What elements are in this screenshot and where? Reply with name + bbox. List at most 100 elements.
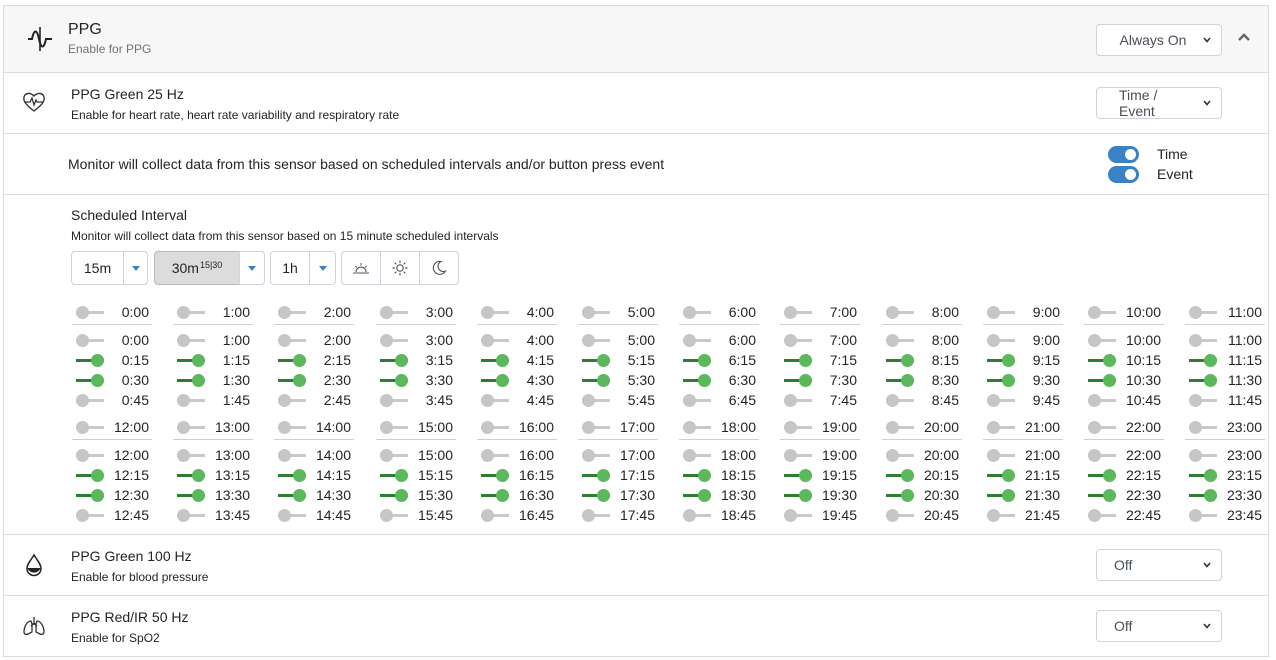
toggle-label: 9:00 (1032, 304, 1060, 320)
toggle-knob (91, 354, 104, 367)
toggle-label: 15:30 (417, 487, 453, 503)
toggle-knob (278, 449, 291, 462)
toggle-label: 5:00 (627, 304, 655, 320)
hour-divider (882, 324, 962, 325)
toggle-knob (481, 306, 494, 319)
toggle-label: 14:45 (315, 507, 351, 523)
preset-day-button[interactable] (380, 251, 420, 285)
toggle-knob (683, 421, 696, 434)
toggle-label: 7:15 (829, 352, 857, 368)
toggle-knob (683, 306, 696, 319)
toggle-label: 8:30 (931, 372, 959, 388)
event-switch[interactable] (1108, 166, 1139, 183)
toggle-label: 0:00 (121, 332, 149, 348)
toggle-knob (886, 421, 899, 434)
toggle-knob (799, 354, 812, 367)
preset-sunrise-button[interactable] (341, 251, 381, 285)
toggle-label: 7:30 (829, 372, 857, 388)
hour-divider (274, 324, 354, 325)
toggle-label: 5:45 (627, 392, 655, 408)
toggle-label: 11:30 (1228, 372, 1262, 388)
toggle-knob (683, 334, 696, 347)
toggle-knob (987, 394, 1000, 407)
sensor-mode-select[interactable]: Time / Event (1096, 87, 1222, 119)
toggle-label: 7:00 (829, 304, 857, 320)
hour-divider (983, 439, 1063, 440)
toggle-knob (380, 306, 393, 319)
toggle-knob (496, 489, 509, 502)
toggle-knob (1189, 449, 1202, 462)
toggle-knob (582, 421, 595, 434)
toggle-label: 3:45 (425, 392, 453, 408)
hour-divider (1185, 439, 1265, 440)
toggle-knob (683, 449, 696, 462)
interval-1h-dropdown[interactable] (309, 251, 336, 285)
ppg-mode-select[interactable]: Always On (1096, 24, 1222, 56)
toggle-label: 17:15 (619, 467, 655, 483)
toggle-label: 17:30 (619, 487, 655, 503)
toggle-label: 23:00 (1226, 447, 1262, 463)
toggle-knob (481, 334, 494, 347)
chevron-up-icon[interactable] (1237, 32, 1251, 42)
sensor-subtitle: Enable for heart rate, heart rate variab… (71, 108, 400, 122)
toggle-label: 16:30 (518, 487, 554, 503)
toggle-label: 13:15 (214, 467, 250, 483)
toggle-label: 23:15 (1226, 467, 1262, 483)
toggle-knob (91, 374, 104, 387)
toggle-label: 18:45 (720, 507, 756, 523)
toggle-knob (683, 509, 696, 522)
time-switch[interactable] (1108, 146, 1139, 163)
toggle-knob (380, 334, 393, 347)
toggle-knob (380, 509, 393, 522)
toggle-knob (293, 469, 306, 482)
toggle-label: 0:45 (121, 392, 149, 408)
toggle-knob (698, 374, 711, 387)
toggle-label: 10:00 (1125, 304, 1161, 320)
toggle-knob (698, 489, 711, 502)
sensor-mode-select[interactable]: Off (1096, 549, 1222, 581)
interval-30m-dropdown[interactable] (239, 251, 265, 285)
toggle-knob (886, 334, 899, 347)
toggle-knob (496, 374, 509, 387)
interval-1h-button[interactable]: 1h (270, 251, 310, 285)
toggle-label: 20:00 (923, 447, 959, 463)
interval-30m-button[interactable]: 30m 15|30 (154, 251, 240, 285)
toggle-knob (799, 469, 812, 482)
toggle-label: 5:30 (627, 372, 655, 388)
toggle-label: 22:00 (1125, 419, 1161, 435)
toggle-label: 22:00 (1125, 447, 1161, 463)
preset-night-button[interactable] (419, 251, 459, 285)
monitor-description: Monitor will collect data from this sens… (68, 156, 665, 172)
hour-divider (376, 439, 456, 440)
toggle-label: 15:00 (417, 419, 453, 435)
ppg-mode-value: Always On (1119, 32, 1187, 48)
scheduled-interval-section: Scheduled Interval Monitor will collect … (4, 195, 1268, 535)
toggle-knob (597, 354, 610, 367)
toggle-knob (987, 306, 1000, 319)
toggle-knob (582, 334, 595, 347)
sensor-mode-value: Off (1114, 618, 1133, 634)
schedule-title: Scheduled Interval (71, 207, 187, 223)
schedule-subtitle: Monitor will collect data from this sens… (71, 229, 499, 243)
toggle-label: 16:00 (518, 447, 554, 463)
sensor-mode-select[interactable]: Off (1096, 610, 1222, 642)
toggle-label: 17:45 (619, 507, 655, 523)
toggle-knob (597, 489, 610, 502)
toggle-label: 12:45 (113, 507, 149, 523)
hour-divider (882, 439, 962, 440)
ppg-title: PPG (68, 21, 102, 38)
toggle-knob (1103, 354, 1116, 367)
toggle-label: 16:15 (518, 467, 554, 483)
toggle-knob (177, 421, 190, 434)
hour-divider (780, 439, 860, 440)
sensor-mode-value: Time / Event (1119, 87, 1158, 119)
interval-15m-button[interactable]: 15m (71, 251, 124, 285)
toggle-label: 8:00 (931, 332, 959, 348)
toggle-label: 10:30 (1125, 372, 1161, 388)
toggle-knob (76, 394, 89, 407)
hour-divider (679, 324, 759, 325)
toggle-knob (192, 354, 205, 367)
toggle-label: 13:00 (214, 447, 250, 463)
interval-15m-dropdown[interactable] (123, 251, 148, 285)
toggle-label: 14:00 (315, 419, 351, 435)
